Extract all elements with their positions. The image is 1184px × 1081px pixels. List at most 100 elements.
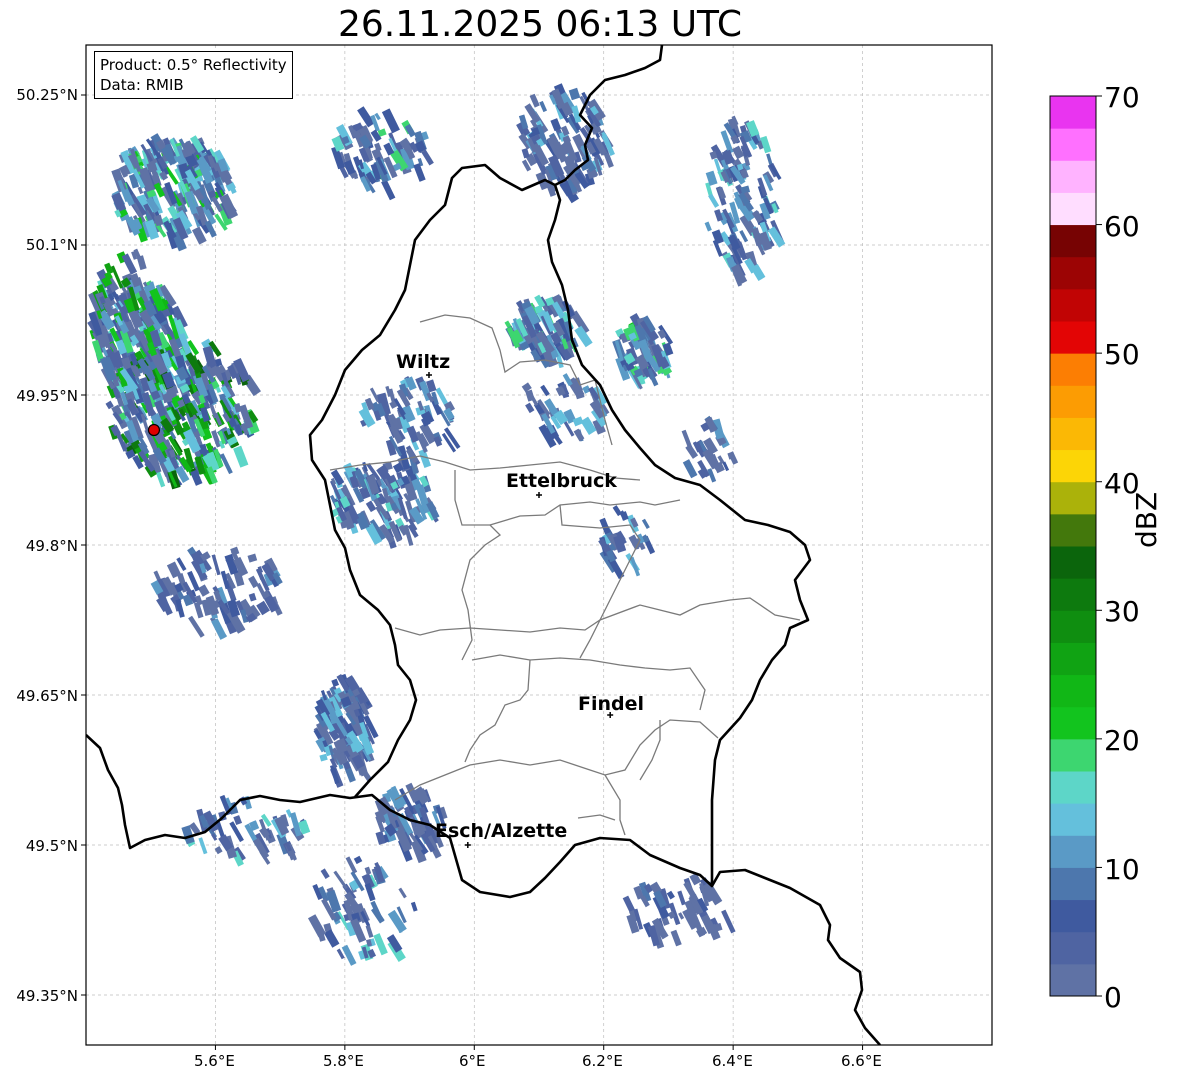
city-label-esch-alzette: Esch/Alzette bbox=[435, 820, 568, 842]
radar-echo bbox=[708, 193, 720, 208]
colorbar-tick-label: 0 bbox=[1104, 981, 1122, 1014]
radar-echo bbox=[193, 601, 204, 619]
radar-echo bbox=[197, 584, 210, 597]
colorbar-segment bbox=[1050, 771, 1096, 804]
radar-echo bbox=[539, 100, 548, 113]
colorbar-segment bbox=[1050, 224, 1096, 258]
radar-echo bbox=[739, 230, 749, 243]
radar-echo bbox=[580, 416, 597, 435]
colorbar-segment bbox=[1050, 867, 1096, 901]
radar-echo bbox=[214, 846, 223, 855]
radar-echo bbox=[319, 753, 328, 762]
city-label-findel: Findel bbox=[578, 693, 645, 715]
radar-echo bbox=[365, 924, 374, 938]
radar-echo bbox=[211, 554, 221, 576]
radar-echo bbox=[641, 518, 650, 529]
data-source-label: Data: RMIB bbox=[100, 76, 184, 94]
colorbar-tick-label: 20 bbox=[1104, 724, 1140, 757]
radar-echo bbox=[630, 556, 641, 577]
radar-echo bbox=[670, 929, 682, 947]
colorbar-segment bbox=[1050, 96, 1096, 129]
radar-echo bbox=[248, 592, 257, 602]
map-title: 26.11.2025 06:13 UTC bbox=[337, 4, 743, 45]
radar-echo bbox=[331, 678, 340, 687]
colorbar-segment bbox=[1050, 481, 1096, 515]
colorbar-segment bbox=[1050, 963, 1096, 997]
colorbar-segment bbox=[1050, 385, 1096, 418]
radar-echo bbox=[364, 866, 372, 875]
colorbar-segment bbox=[1050, 288, 1096, 322]
radar-echo bbox=[211, 833, 218, 841]
colorbar-segment bbox=[1050, 578, 1096, 611]
colorbar-tick-label: 30 bbox=[1104, 595, 1140, 628]
colorbar-segment bbox=[1050, 674, 1096, 708]
radar-echo bbox=[233, 815, 243, 826]
city-marker bbox=[536, 492, 542, 498]
radar-echo bbox=[666, 890, 675, 900]
city-marker bbox=[464, 842, 471, 848]
radar-site-dot bbox=[147, 423, 161, 437]
radar-echo bbox=[521, 148, 530, 159]
colorbar-segment bbox=[1050, 256, 1096, 290]
radar-echo bbox=[375, 831, 386, 845]
colorbar-segment bbox=[1050, 931, 1096, 965]
y-tick-label: 49.5°N bbox=[25, 837, 78, 855]
city-label-ettelbruck: Ettelbruck bbox=[506, 470, 617, 492]
colorbar-segment bbox=[1050, 513, 1096, 547]
colorbar-segment bbox=[1050, 160, 1096, 193]
colorbar-segment bbox=[1050, 899, 1096, 933]
colorbar bbox=[1049, 95, 1102, 997]
radar-site-marker bbox=[147, 423, 161, 437]
radar-echo bbox=[211, 618, 227, 640]
x-tick-label: 6°E bbox=[459, 1052, 486, 1070]
colorbar-segment bbox=[1050, 128, 1096, 161]
radar-echo bbox=[568, 87, 581, 101]
radar-echo bbox=[682, 459, 698, 479]
radar-echo bbox=[410, 901, 418, 912]
y-tick-label: 50.25°N bbox=[16, 86, 78, 104]
x-tick-label: 5.6°E bbox=[194, 1052, 235, 1070]
x-tick-label: 6.6°E bbox=[841, 1052, 882, 1070]
y-tick-label: 50.1°N bbox=[25, 236, 78, 254]
x-tick-label: 5.8°E bbox=[323, 1052, 364, 1070]
y-tick-label: 49.35°N bbox=[16, 987, 78, 1005]
radar-echo bbox=[324, 929, 340, 948]
radar-echo bbox=[333, 870, 348, 890]
radar-echo bbox=[320, 868, 330, 879]
colorbar-label: dBZ bbox=[1130, 491, 1163, 548]
colorbar-tick-label: 70 bbox=[1104, 81, 1140, 114]
radar-echo bbox=[247, 553, 258, 563]
radar-echo bbox=[188, 615, 205, 638]
radar-echo bbox=[398, 887, 407, 899]
colorbar-segment bbox=[1050, 353, 1096, 386]
product-label: Product: 0.5° Reflectivity bbox=[100, 56, 287, 74]
colorbar-segment bbox=[1050, 610, 1096, 643]
radar-map bbox=[81, 44, 1102, 1050]
city-label-wiltz: Wiltz bbox=[396, 351, 451, 373]
product-info-box: Product: 0.5° Reflectivity Data: RMIB bbox=[94, 51, 293, 99]
radar-echo bbox=[540, 384, 550, 397]
radar-echo bbox=[353, 855, 363, 865]
colorbar-segment bbox=[1050, 546, 1096, 579]
colorbar-segment bbox=[1050, 417, 1096, 451]
colorbar-tick-label: 10 bbox=[1104, 853, 1140, 886]
y-tick-label: 49.8°N bbox=[25, 537, 78, 555]
colorbar-segment bbox=[1050, 449, 1096, 483]
radar-echo bbox=[381, 179, 396, 201]
y-tick-label: 49.95°N bbox=[16, 387, 78, 405]
radar-echo bbox=[308, 914, 326, 938]
colorbar-segment bbox=[1050, 738, 1096, 772]
radar-echo bbox=[341, 944, 357, 966]
radar-echo bbox=[413, 163, 426, 182]
colorbar-segment bbox=[1050, 642, 1096, 676]
colorbar-segment bbox=[1050, 835, 1096, 868]
radar-echo bbox=[704, 221, 712, 232]
x-tick-label: 6.2°E bbox=[582, 1052, 623, 1070]
colorbar-tick-label: 60 bbox=[1104, 210, 1140, 243]
colorbar-segment bbox=[1050, 321, 1096, 354]
radar-echo bbox=[198, 837, 208, 855]
radar-echo bbox=[233, 445, 249, 468]
y-tick-label: 49.65°N bbox=[16, 687, 78, 705]
radar-echo bbox=[599, 517, 611, 535]
radar-echo bbox=[525, 402, 535, 414]
